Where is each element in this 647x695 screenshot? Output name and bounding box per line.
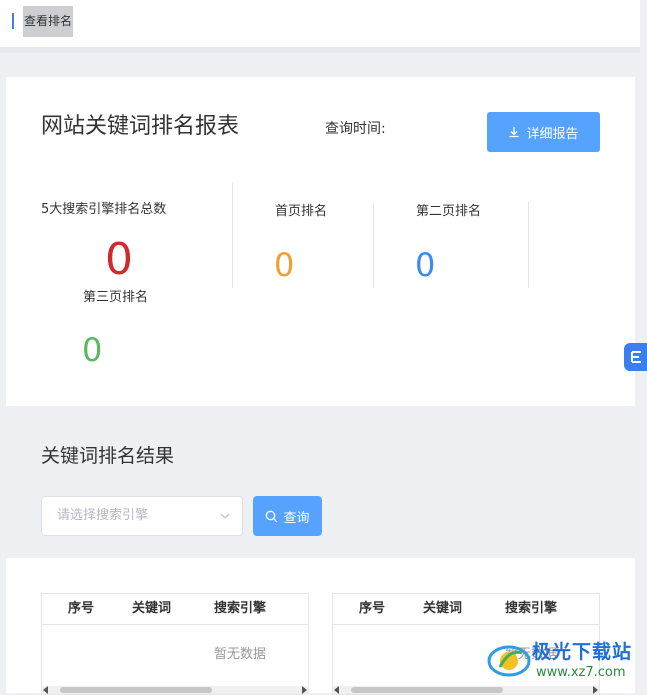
table-header: 序号 关键词 搜索引擎 [42,594,308,625]
chevron-down-icon [220,513,230,519]
detail-report-label: 详细报告 [526,125,579,141]
query-button[interactable]: 查询 [253,496,322,536]
side-widget[interactable] [624,343,647,371]
side-widget-icon [631,351,641,363]
stat-divider [232,182,233,288]
query-time-label: 查询时间: [325,121,386,137]
report-title: 网站关键词排名报表 [41,114,240,139]
stat-divider [528,202,529,288]
third-page-label: 第三页排名 [83,290,149,305]
table-header: 序号 关键词 搜索引擎 [333,594,599,625]
scroll-thumb[interactable] [351,687,503,693]
column-header-index: 序号 [68,601,95,616]
engine-select[interactable]: 请选择搜索引擎 [41,496,243,536]
download-icon [509,127,519,138]
total-rank-label: 5大搜索引擎排名总数 [41,202,167,217]
stat-divider [373,202,374,288]
third-page-value: 0 [82,331,103,369]
watermark-name: 极光下载站 [532,641,633,663]
breadcrumb-marker [12,13,14,29]
column-header-engine: 搜索引擎 [505,601,558,616]
first-page-label: 首页排名 [275,204,328,219]
watermark: 极光下载站 www.xz7.com [486,637,641,685]
scroll-thumb[interactable] [60,687,212,693]
search-icon [266,510,278,522]
query-button-label: 查询 [283,510,310,526]
breadcrumb-view-ranking[interactable]: 查看排名 [23,6,74,37]
total-rank-value: 0 [105,234,133,285]
results-title: 关键词排名结果 [41,445,175,467]
top-bar: 查看排名 [0,0,640,47]
column-header-keyword: 关键词 [423,601,463,616]
detail-report-button[interactable]: 详细报告 [487,112,600,152]
watermark-logo-icon [487,645,531,677]
column-header-keyword: 关键词 [132,601,172,616]
top-divider [0,47,640,53]
empty-text: 暂无数据 [214,647,267,662]
engine-select-placeholder: 请选择搜索引擎 [57,508,149,523]
watermark-url: www.xz7.com [536,665,626,680]
second-page-value: 0 [415,246,436,284]
first-page-value: 0 [274,246,295,284]
column-header-engine: 搜索引擎 [214,601,267,616]
results-table: 序号 关键词 搜索引擎 暂无数据 [41,593,309,695]
second-page-label: 第二页排名 [416,204,482,219]
column-header-index: 序号 [359,601,386,616]
